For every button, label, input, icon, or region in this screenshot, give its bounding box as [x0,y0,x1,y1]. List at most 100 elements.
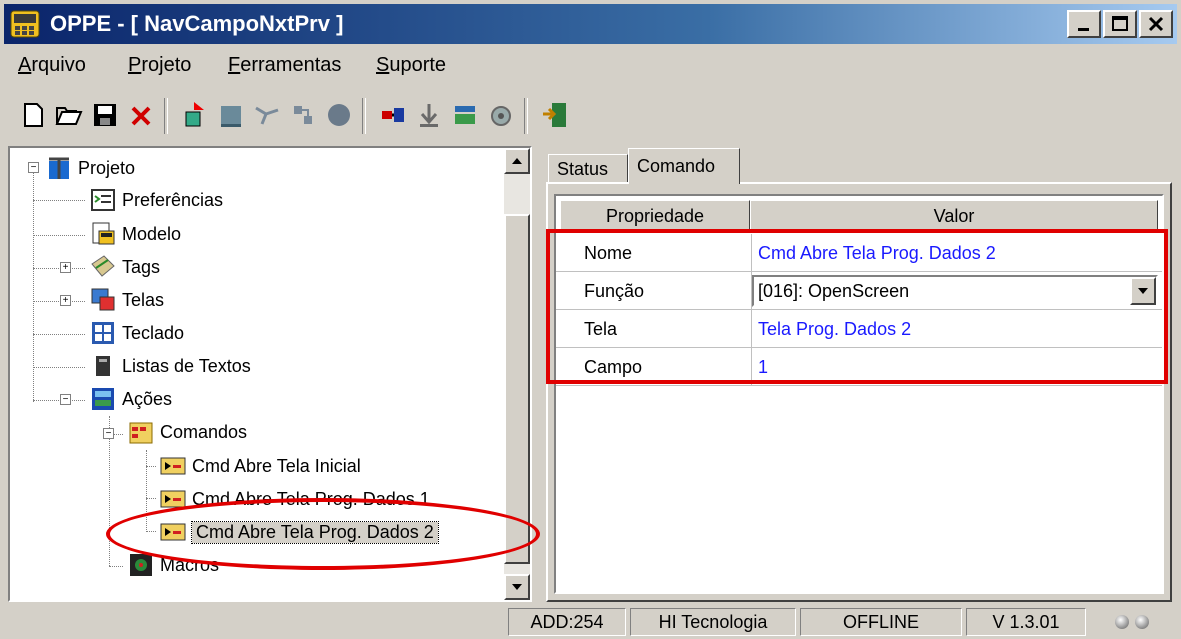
tree-item-cmd-abre-tela-prog-dados-2[interactable]: Cmd Abre Tela Prog. Dados 2 [160,516,439,548]
tab-comando[interactable]: Comando [628,148,740,184]
column-header-valor[interactable]: Valor [750,200,1158,232]
settings-icon[interactable] [486,100,516,130]
record-icon[interactable] [324,100,354,130]
commands-folder-icon [129,422,153,444]
status-led-icon [1115,615,1129,629]
expand-toggle[interactable]: + [60,295,71,306]
tree-connector [146,450,147,532]
chevron-down-icon [1138,288,1148,294]
tree-connector [146,498,156,499]
project-icon [49,157,69,179]
tree-item-comandos[interactable]: Comandos [128,416,247,448]
tree-connector [33,334,85,335]
close-button[interactable] [1139,10,1173,38]
menu-suporte[interactable]: Suporte [376,54,446,77]
actions-icon [92,388,114,410]
menu-projeto[interactable]: Projeto [128,54,191,77]
tree-item-macros[interactable]: Macros [128,549,219,581]
tools-icon[interactable] [450,100,480,130]
minimize-icon [1078,28,1089,31]
tree-item-label: Projeto [78,157,136,178]
expand-toggle[interactable]: + [60,262,71,273]
status-indicators [1090,608,1174,636]
status-led-icon [1135,615,1149,629]
tree-item-telas[interactable]: Telas [90,284,164,316]
tree-item-cmd-abre-tela-prog-dados-1[interactable]: Cmd Abre Tela Prog. Dados 1 [160,483,430,515]
status-address: ADD:254 [508,608,626,636]
download-icon[interactable] [414,100,444,130]
tree-scrollbar[interactable] [504,148,530,600]
table-row[interactable]: Tela Tela Prog. Dados 2 [556,310,1162,348]
tree-item-label: Tags [122,256,161,277]
screens-icon [91,288,115,311]
app-icon [10,10,40,38]
transfer-icon[interactable] [180,100,210,130]
network-icon[interactable] [288,100,318,130]
tree-item-label: Comandos [160,421,248,442]
status-bar: ADD:254 HI Tecnologia OFFLINE V 1.3.01 [4,606,1177,637]
table-row[interactable]: Campo 1 [556,348,1162,386]
collapse-toggle[interactable]: − [103,428,114,439]
plugin-icon[interactable] [378,100,408,130]
tab-status[interactable]: Status [548,154,628,184]
title-bar[interactable]: OPPE - [ NavCampoNxtPrv ] [4,4,1177,44]
open-icon[interactable] [54,100,84,130]
property-name: Função [556,272,752,310]
app-window: OPPE - [ NavCampoNxtPrv ] Arquivo Projet… [0,0,1181,639]
save-icon[interactable] [90,100,120,130]
collapse-toggle[interactable]: − [60,394,71,405]
tree-item-preferencias[interactable]: Preferências [90,184,223,216]
scroll-down-button[interactable] [504,574,530,600]
tree-item-modelo[interactable]: Modelo [90,218,181,250]
toolbar-separator [164,98,168,134]
minimize-button[interactable] [1067,10,1101,38]
collapse-toggle[interactable]: − [28,162,39,173]
delete-icon[interactable] [126,100,156,130]
tree-connector [33,268,85,269]
menu-ferramentas[interactable]: Ferramentas [228,54,341,77]
tree-item-label: Macros [160,554,220,575]
tree-item-label: Cmd Abre Tela Prog. Dados 1 [192,488,430,509]
column-header-propriedade[interactable]: Propriedade [560,200,750,232]
funcao-select-value: [016]: OpenScreen [758,280,910,301]
tree-item-cmd-abre-tela-inicial[interactable]: Cmd Abre Tela Inicial [160,450,361,482]
tree-connector [33,367,85,368]
scroll-thumb[interactable] [504,214,530,564]
tags-icon [91,255,115,277]
command-icon [160,457,186,475]
property-value-tela[interactable]: Tela Prog. Dados 2 [752,310,1162,348]
toolbar-separator [362,98,366,134]
project-tree[interactable]: − + + − − Projeto Preferências Modelo Ta… [8,146,532,602]
tree-connector [146,466,156,467]
tree-item-acoes[interactable]: Ações [90,383,172,415]
window-title: OPPE - [ NavCampoNxtPrv ] [50,11,344,36]
tree-item-label: Modelo [122,223,182,244]
property-value-campo[interactable]: 1 [752,348,1162,386]
tree-item-listas-de-textos[interactable]: Listas de Textos [90,350,251,382]
tree-connector [33,200,85,201]
scroll-up-button[interactable] [504,148,530,174]
maximize-button[interactable] [1103,10,1137,38]
model-icon [92,222,115,245]
menu-arquivo[interactable]: Arquivo [18,54,86,77]
stop-icon[interactable] [216,100,246,130]
tree-item-teclado[interactable]: Teclado [90,317,184,349]
table-row[interactable]: Função [016]: OpenScreen [556,272,1162,310]
property-grid: Propriedade Valor Nome Cmd Abre Tela Pro… [554,194,1164,594]
funcao-select[interactable]: [016]: OpenScreen [752,275,1158,307]
table-row[interactable]: Nome Cmd Abre Tela Prog. Dados 2 [556,234,1162,272]
connect-icon[interactable] [252,100,282,130]
arrow-up-icon [512,158,522,164]
tree-item-tags[interactable]: Tags [90,251,160,283]
tree-item-label: Listas de Textos [122,355,251,376]
toolbar-separator [524,98,528,134]
toolbar [4,88,1177,140]
dropdown-button[interactable] [1130,277,1156,305]
exit-icon[interactable] [540,100,570,130]
tree-item-projeto[interactable]: Projeto [46,152,135,184]
property-value-nome[interactable]: Cmd Abre Tela Prog. Dados 2 [752,234,1162,272]
new-icon[interactable] [18,100,48,130]
tree-item-label-selected: Cmd Abre Tela Prog. Dados 2 [191,520,439,544]
property-name: Tela [556,310,752,348]
property-name: Nome [556,234,752,272]
